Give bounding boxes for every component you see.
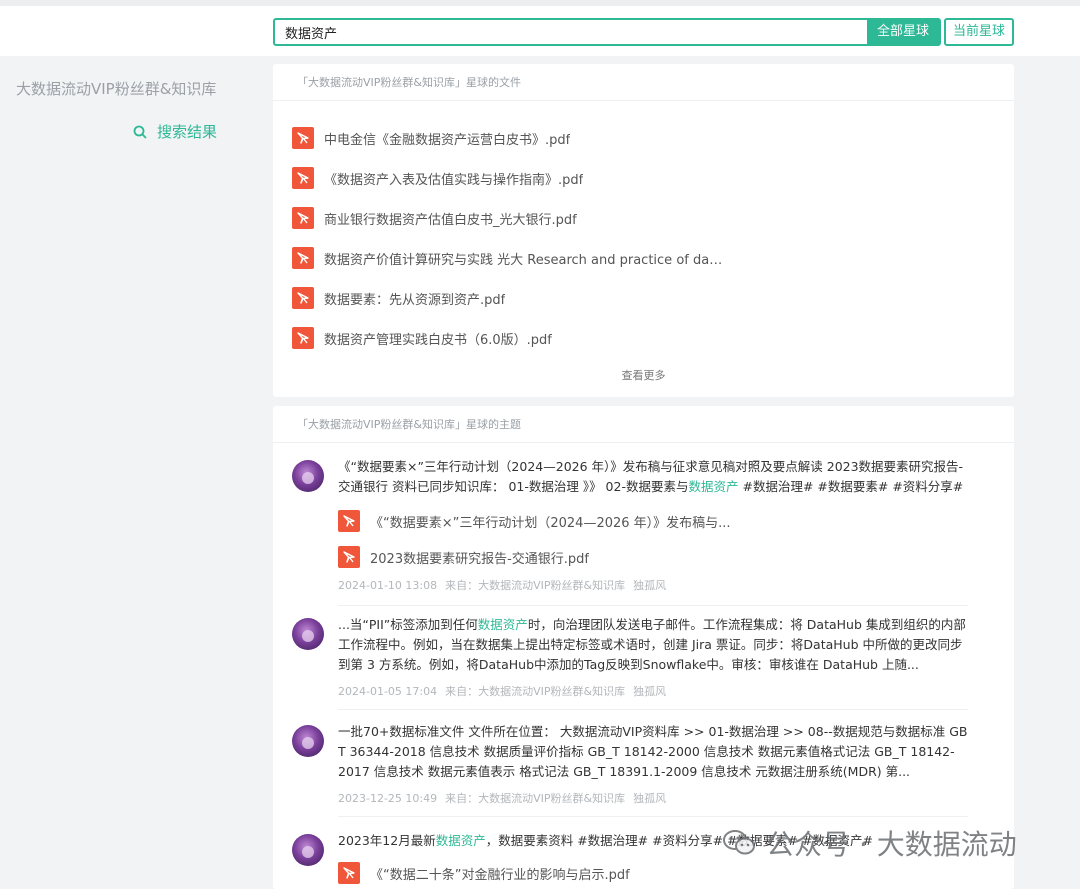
search-icon xyxy=(133,125,147,138)
sidebar-item-label: 搜索结果 xyxy=(157,123,218,141)
topic-text-highlight: 数据资产 xyxy=(435,833,486,848)
topic-author[interactable]: 独孤风 xyxy=(633,579,666,592)
search-input[interactable] xyxy=(275,20,869,44)
avatar[interactable] xyxy=(292,618,324,650)
topics-card: 「大数据流动VIP粉丝群&知识库」星球的主题 《“数据要素×”三年行动计划（20… xyxy=(273,406,1014,889)
topic-time: 2024-01-10 13:08 xyxy=(338,579,438,592)
files-card-header: 「大数据流动VIP粉丝群&知识库」星球的文件 xyxy=(273,64,1014,101)
pdf-icon xyxy=(292,127,314,149)
watermark-text: 公众号 · 大数据流动 xyxy=(766,828,1017,861)
pdf-icon xyxy=(292,327,314,349)
file-name: 数据资产管理实践白皮书（6.0版）.pdf xyxy=(324,332,552,348)
avatar[interactable] xyxy=(292,834,324,866)
topic-time: 2024-01-05 17:04 xyxy=(338,685,438,698)
file-name: 商业银行数据资产估值白皮书_光大银行.pdf xyxy=(324,212,577,228)
topic-source[interactable]: 来自：大数据流动VIP粉丝群&知识库 xyxy=(445,579,625,592)
topic-text: ...当“PII”标签添加到任何数据资产时，向治理团队发送电子邮件。工作流程集成… xyxy=(338,615,969,675)
topics-card-header: 「大数据流动VIP粉丝群&知识库」星球的主题 xyxy=(273,406,1014,443)
sidebar-item-search-result[interactable]: 搜索结果 xyxy=(133,121,217,142)
attachment-name: 《“数据二十条”对金融行业的影响与启示.pdf xyxy=(370,867,630,883)
topic-item[interactable]: ...当“PII”标签添加到任何数据资产时，向治理团队发送电子邮件。工作流程集成… xyxy=(292,615,969,699)
file-item[interactable]: 数据资产价值计算研究与实践 光大 Research and practice o… xyxy=(273,238,1014,278)
search-box: 全部星球 xyxy=(273,18,941,46)
pdf-icon xyxy=(338,546,360,568)
file-item[interactable]: 《数据资产入表及估值实践与操作指南》.pdf xyxy=(273,158,1014,198)
topic-body: ...当“PII”标签添加到任何数据资产时，向治理团队发送电子邮件。工作流程集成… xyxy=(338,615,969,699)
sidebar-group-title[interactable]: 大数据流动VIP粉丝群&知识库 xyxy=(16,78,236,99)
topic-author[interactable]: 独孤风 xyxy=(633,685,666,698)
pdf-icon xyxy=(292,247,314,269)
file-name: 《数据资产入表及估值实践与操作指南》.pdf xyxy=(324,172,584,188)
topic-text-highlight: 数据资产 xyxy=(688,479,739,494)
search-all-planets-button[interactable]: 全部星球 xyxy=(867,20,939,44)
topic-item[interactable]: 《“数据要素×”三年行动计划（2024—2026 年）》发布稿与征求意见稿对照及… xyxy=(292,457,969,593)
topic-text-part: 一批70+数据标准文件 文件所在位置： 大数据流动VIP资料库 >> 01-数据… xyxy=(338,724,968,779)
avatar[interactable] xyxy=(292,460,324,492)
file-name: 数据资产价值计算研究与实践 光大 Research and practice o… xyxy=(324,252,724,268)
topic-text: 《“数据要素×”三年行动计划（2024—2026 年）》发布稿与征求意见稿对照及… xyxy=(338,457,969,497)
topic-body: 一批70+数据标准文件 文件所在位置： 大数据流动VIP资料库 >> 01-数据… xyxy=(338,722,969,806)
attachment-name: 《“数据要素×”三年行动计划（2024—2026 年）》发布稿与... xyxy=(370,515,731,531)
file-item[interactable]: 数据资产管理实践白皮书（6.0版）.pdf xyxy=(273,318,1014,358)
watermark: 公众号 · 大数据流动 xyxy=(722,823,1017,863)
topic-text-part: 2023年12月最新 xyxy=(338,833,436,848)
divider xyxy=(338,709,968,710)
wechat-icon xyxy=(723,830,755,855)
pdf-icon xyxy=(338,510,360,532)
file-item[interactable]: 商业银行数据资产估值白皮书_光大银行.pdf xyxy=(273,198,1014,238)
topic-source[interactable]: 来自：大数据流动VIP粉丝群&知识库 xyxy=(445,792,625,805)
topic-author[interactable]: 独孤风 xyxy=(633,792,666,805)
pdf-icon xyxy=(292,207,314,229)
topic-time: 2023-12-25 10:49 xyxy=(338,792,438,805)
topic-text-part: #数据治理# #数据要素# #资料分享# xyxy=(738,479,964,494)
attachment-item[interactable]: 2023数据要素研究报告-交通银行.pdf xyxy=(338,539,969,575)
view-more-link[interactable]: 查看更多 xyxy=(273,367,1014,383)
topic-item[interactable]: 一批70+数据标准文件 文件所在位置： 大数据流动VIP资料库 >> 01-数据… xyxy=(292,722,969,806)
topic-meta: 2023-12-25 10:49 来自：大数据流动VIP粉丝群&知识库 独孤风 xyxy=(338,790,969,806)
attachment-item[interactable]: 《“数据要素×”三年行动计划（2024—2026 年）》发布稿与... xyxy=(338,503,969,539)
file-item[interactable]: 中电金信《金融数据资产运营白皮书》.pdf xyxy=(273,118,1014,158)
topic-text-part: ...当“PII”标签添加到任何 xyxy=(338,617,478,632)
header-bar: 全部星球 当前星球 xyxy=(0,6,1080,56)
topic-text: 一批70+数据标准文件 文件所在位置： 大数据流动VIP资料库 >> 01-数据… xyxy=(338,722,969,782)
search-current-planet-button[interactable]: 当前星球 xyxy=(944,18,1014,46)
file-item[interactable]: 数据要素：先从资源到资产.pdf xyxy=(273,278,1014,318)
topic-source[interactable]: 来自：大数据流动VIP粉丝群&知识库 xyxy=(445,685,625,698)
topic-text-highlight: 数据资产 xyxy=(477,617,528,632)
topic-meta: 2024-01-05 17:04 来自：大数据流动VIP粉丝群&知识库 独孤风 xyxy=(338,683,969,699)
topic-body: 《“数据要素×”三年行动计划（2024—2026 年）》发布稿与征求意见稿对照及… xyxy=(338,457,969,593)
divider xyxy=(338,605,968,606)
file-list: 中电金信《金融数据资产运营白皮书》.pdf 《数据资产入表及估值实践与操作指南》… xyxy=(273,101,1014,358)
attachment-name: 2023数据要素研究报告-交通银行.pdf xyxy=(370,551,589,567)
avatar[interactable] xyxy=(292,725,324,757)
pdf-icon xyxy=(292,167,314,189)
topic-meta: 2024-01-10 13:08 来自：大数据流动VIP粉丝群&知识库 独孤风 xyxy=(338,577,969,593)
file-name: 中电金信《金融数据资产运营白皮书》.pdf xyxy=(324,132,571,148)
file-name: 数据要素：先从资源到资产.pdf xyxy=(324,292,506,308)
files-card: 「大数据流动VIP粉丝群&知识库」星球的文件 中电金信《金融数据资产运营白皮书》… xyxy=(273,64,1014,397)
pdf-icon xyxy=(338,862,360,884)
divider xyxy=(338,816,968,817)
pdf-icon xyxy=(292,287,314,309)
